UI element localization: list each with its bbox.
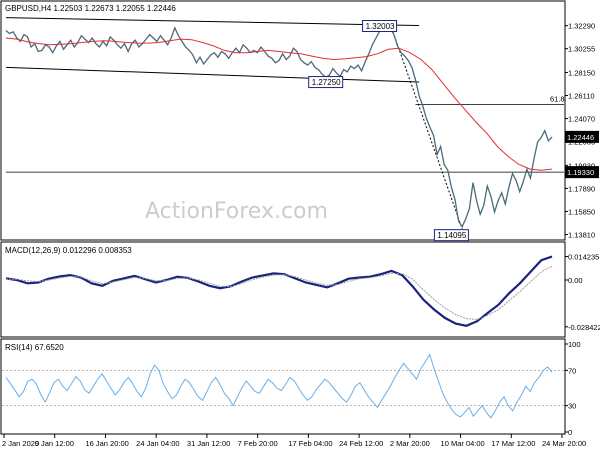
price-tick-label: 1.15850 bbox=[568, 207, 595, 216]
x-tick-label: 31 Jan 12:00 bbox=[187, 439, 230, 448]
axis-price-label: 1.19330 bbox=[567, 168, 594, 177]
price-tick-label: 1.13810 bbox=[568, 230, 595, 239]
rsi-tick-label: 0 bbox=[568, 428, 572, 437]
price-tick-label: 1.24070 bbox=[568, 115, 595, 124]
x-tick-label: 16 Jan 20:00 bbox=[85, 439, 128, 448]
rsi-tick-label: 100 bbox=[568, 340, 581, 349]
price-tick-label: 1.17890 bbox=[568, 184, 595, 193]
chart-background bbox=[0, 0, 600, 450]
macd-panel-title: MACD(12,26,9) 0.012296 0.008353 bbox=[5, 246, 132, 255]
price-annotation-label: 1.32003 bbox=[366, 22, 395, 31]
x-tick-label: 17 Feb 04:00 bbox=[288, 439, 332, 448]
x-tick-label: 2 Jan 2020 bbox=[2, 439, 39, 448]
price-tick-label: 1.28150 bbox=[568, 68, 595, 77]
x-tick-label: 10 Mar 04:00 bbox=[441, 439, 485, 448]
price-annotation-label: 1.27250 bbox=[312, 78, 341, 87]
price-panel-title: GBPUSD,H4 1.22503 1.22673 1.22055 1.2244… bbox=[5, 4, 176, 13]
x-tick-label: 17 Mar 12:00 bbox=[491, 439, 535, 448]
rsi-tick-label: 70 bbox=[568, 366, 576, 375]
x-tick-label: 24 Jan 04:00 bbox=[136, 439, 179, 448]
price-tick-label: 1.26110 bbox=[568, 92, 595, 101]
macd-tick-label: 0.00 bbox=[568, 276, 583, 285]
x-tick-label: 9 Jan 12:00 bbox=[35, 439, 74, 448]
forex-chart: ActionForex.com 1.32290 1.30255 1.28150 1.2… bbox=[0, 0, 600, 450]
axis-price-label: 1.22446 bbox=[567, 133, 594, 142]
rsi-tick-label: 30 bbox=[568, 402, 576, 411]
x-tick-label: 2 Mar 20:00 bbox=[390, 439, 430, 448]
macd-tick-label: 0.014235 bbox=[568, 253, 599, 262]
x-tick-label: 24 Mar 20:00 bbox=[542, 439, 586, 448]
level-label: 61.8 bbox=[550, 95, 565, 104]
rsi-panel-title: RSI(14) 67.6520 bbox=[5, 343, 64, 352]
price-tick-label: 1.30255 bbox=[568, 45, 595, 54]
macd-tick-label: -0.028422 bbox=[568, 323, 600, 332]
price-tick-label: 1.32290 bbox=[568, 22, 595, 31]
x-tick-label: 24 Feb 12:00 bbox=[339, 439, 383, 448]
price-annotation-label: 1.14095 bbox=[437, 231, 466, 240]
x-tick-label: 7 Feb 20:00 bbox=[238, 439, 278, 448]
watermark: ActionForex.com bbox=[145, 199, 328, 224]
